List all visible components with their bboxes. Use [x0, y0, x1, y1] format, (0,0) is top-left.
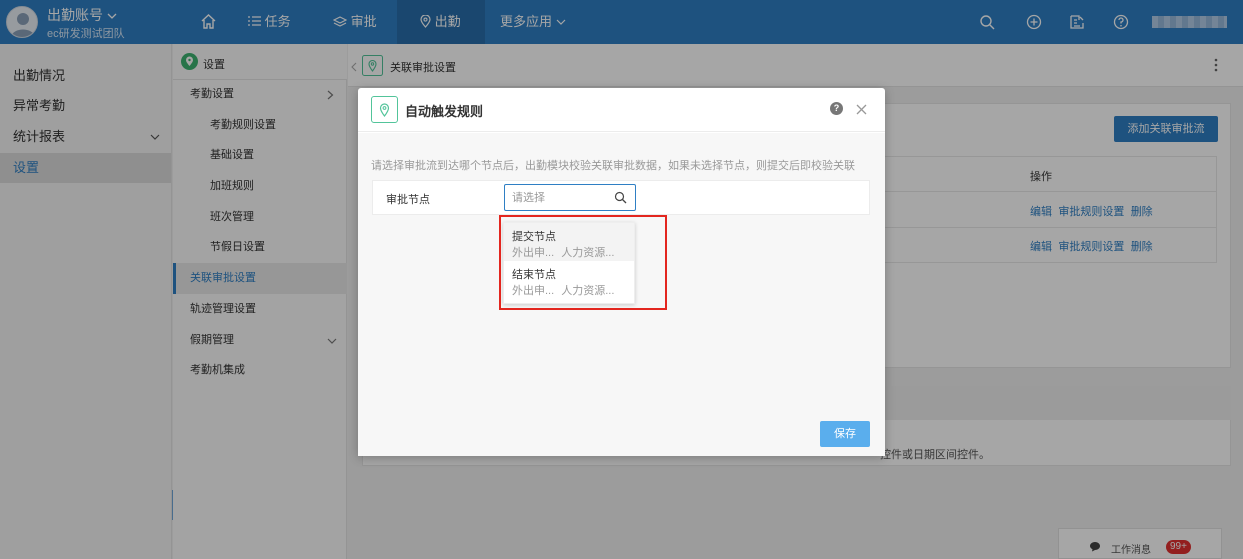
highlight-box	[499, 215, 667, 310]
dialog-title: 自动触发规则	[405, 104, 484, 119]
save-button[interactable]: 保存	[820, 421, 870, 447]
location-icon	[371, 96, 398, 123]
search-icon	[614, 191, 627, 204]
approval-node-label: 审批节点	[386, 194, 430, 206]
help-icon[interactable]: ?	[830, 102, 843, 115]
close-icon[interactable]	[856, 104, 867, 115]
dialog-hint: 请选择审批流到达哪个节点后，出勤模块校验关联审批数据，如果未选择节点，则提交后即…	[371, 160, 855, 172]
